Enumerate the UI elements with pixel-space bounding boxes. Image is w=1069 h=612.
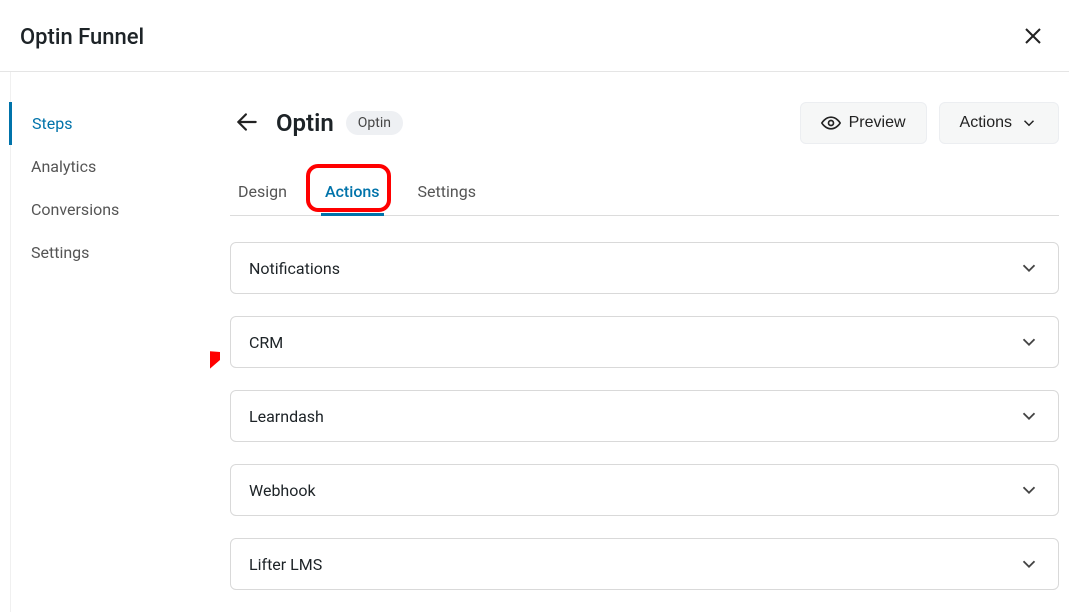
sidebar-item-label: Conversions [31,200,119,219]
chevron-down-icon [1018,405,1040,427]
panel-learndash[interactable]: Learndash [230,390,1059,442]
preview-label: Preview [849,114,906,132]
sidebar: Steps Analytics Conversions Settings [10,72,210,612]
sidebar-item-conversions[interactable]: Conversions [11,188,210,231]
actions-label: Actions [960,114,1012,132]
actions-dropdown-button[interactable]: Actions [939,102,1059,144]
chevron-down-icon [1018,257,1040,279]
eye-icon [821,113,841,133]
tab-actions[interactable]: Actions [321,172,384,215]
tab-label: Actions [325,182,380,201]
panel-label: Lifter LMS [249,555,322,574]
sidebar-item-settings[interactable]: Settings [11,231,210,274]
panel-lifter-lms[interactable]: Lifter LMS [230,538,1059,590]
sidebar-item-label: Settings [31,243,89,262]
annotation-arrow [210,350,220,410]
panel-crm[interactable]: CRM [230,316,1059,368]
panel-webhook[interactable]: Webhook [230,464,1059,516]
content-header: Optin Optin Preview Actions [230,102,1059,144]
modal-title: Optin Funnel [20,25,144,50]
chevron-down-icon [1018,331,1040,353]
panel-notifications[interactable]: Notifications [230,242,1059,294]
close-button[interactable] [1017,20,1049,55]
content-area: Optin Optin Preview Actions Design Act [210,72,1069,612]
panel-label: Webhook [249,481,316,500]
panel-label: Learndash [249,407,324,426]
header-actions: Preview Actions [800,102,1059,144]
modal: Optin Funnel Steps Analytics Conversions… [0,0,1069,612]
sidebar-item-analytics[interactable]: Analytics [11,145,210,188]
tab-settings[interactable]: Settings [414,172,480,215]
chevron-down-icon [1018,553,1040,575]
chevron-down-icon [1020,114,1038,132]
sidebar-item-label: Analytics [31,157,96,176]
sidebar-item-steps[interactable]: Steps [9,102,210,145]
preview-button[interactable]: Preview [800,102,927,144]
panel-label: CRM [249,333,283,352]
tab-label: Design [238,182,287,201]
page-title: Optin [276,109,334,137]
close-icon [1021,24,1045,48]
panel-label: Notifications [249,259,340,278]
tab-label: Settings [418,182,476,201]
arrow-left-icon [234,109,260,135]
sidebar-item-label: Steps [32,114,72,133]
modal-header: Optin Funnel [0,0,1069,72]
action-panels: Notifications CRM Learndash Webhook Lift… [230,242,1059,612]
modal-body: Steps Analytics Conversions Settings Opt… [0,72,1069,612]
back-button[interactable] [230,105,264,142]
tabs: Design Actions Settings [230,172,1059,216]
chevron-down-icon [1018,479,1040,501]
step-type-badge: Optin [346,111,403,135]
tab-design[interactable]: Design [234,172,291,215]
